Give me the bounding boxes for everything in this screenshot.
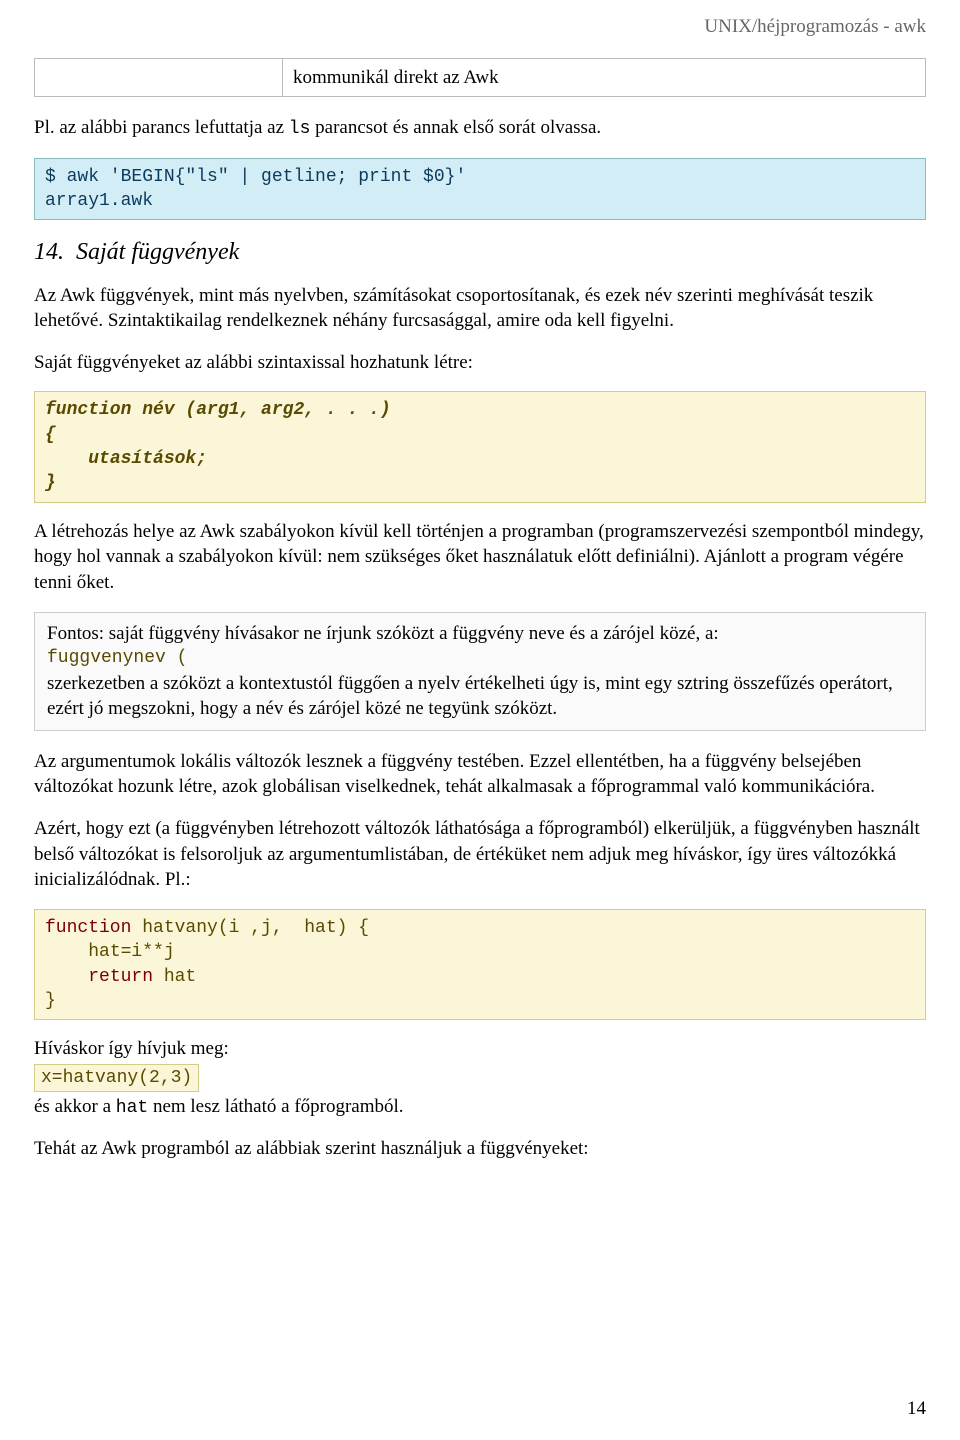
paragraph: Az Awk függvények, mint más nyelvben, sz… (34, 283, 926, 334)
code-text: hat=i**j (45, 942, 175, 962)
paragraph: Saját függvényeket az alábbi szintaxissa… (34, 350, 926, 376)
inline-code: ls (289, 119, 311, 139)
inline-code: hat (116, 1098, 148, 1118)
code-text (45, 967, 88, 987)
page: UNIX/héjprogramozás - awk kommunikál dir… (0, 0, 960, 1440)
code-text: } (45, 991, 56, 1011)
code-text: hat (153, 967, 196, 987)
keyword: return (88, 967, 153, 987)
paragraph: Azért, hogy ezt (a függvényben létrehozo… (34, 816, 926, 893)
text: és akkor a (34, 1096, 116, 1117)
note-line: Fontos: saját függvény hívásakor ne írju… (47, 621, 913, 647)
continuation-table: kommunikál direkt az Awk (34, 58, 926, 98)
paragraph: Híváskor így hívjuk meg: (34, 1036, 926, 1062)
keyword: function (45, 400, 131, 420)
paragraph: A létrehozás helye az Awk szabályokon kí… (34, 519, 926, 596)
table-cell-left (35, 59, 283, 97)
text: Pl. az alábbi parancs lefuttatja az (34, 117, 289, 138)
note-line: szerkezetben a szóközt a kontextustól fü… (47, 671, 913, 722)
paragraph: Az argumentumok lokális változók lesznek… (34, 749, 926, 800)
code-block-syntax: function név (arg1, arg2, . . .) { utasí… (34, 391, 926, 502)
keyword: function (45, 918, 142, 938)
running-head: UNIX/héjprogramozás - awk (34, 14, 926, 40)
code-text: utasítások; (45, 449, 207, 469)
code-text: } (45, 473, 56, 493)
text: nem lesz látható a főprogramból. (148, 1096, 403, 1117)
note-mono: fuggvenynev ( (47, 646, 913, 670)
table-row: kommunikál direkt az Awk (35, 59, 925, 97)
code-text: hatvany(i ,j, hat) { (142, 918, 369, 938)
paragraph: és akkor a hat nem lesz látható a főprog… (34, 1094, 926, 1120)
table-cell-right: kommunikál direkt az Awk (283, 59, 925, 97)
note-box: Fontos: saját függvény hívásakor ne írju… (34, 612, 926, 731)
page-number: 14 (907, 1396, 926, 1422)
section-number: 14. (34, 239, 64, 265)
code-block-shell: $ awk 'BEGIN{"ls" | getline; print $0}' … (34, 158, 926, 221)
code-block-example: function hatvany(i ,j, hat) { hat=i**j r… (34, 909, 926, 1020)
paragraph: Pl. az alábbi parancs lefuttatja az ls p… (34, 115, 926, 141)
text: parancsot és annak első sorát olvassa. (310, 117, 601, 138)
inline-code-box: x=hatvany(2,3) (34, 1064, 199, 1092)
code-text: név (arg1, arg2, . . .) (131, 400, 390, 420)
code-text: { (45, 425, 56, 445)
section-title: Saját függvények (76, 239, 239, 265)
section-heading: 14. Saját függvények (34, 236, 926, 268)
paragraph: Tehát az Awk programból az alábbiak szer… (34, 1136, 926, 1162)
